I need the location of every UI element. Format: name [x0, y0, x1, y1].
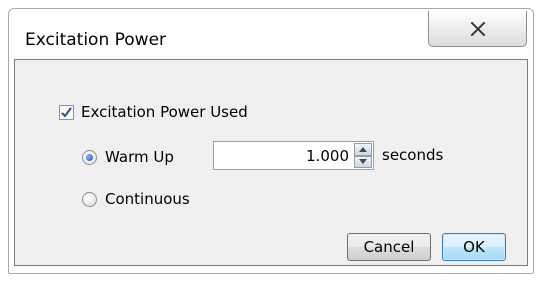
spinner-buttons — [354, 143, 372, 168]
ok-button[interactable]: OK — [442, 233, 506, 261]
radio-selected-dot-icon — [86, 153, 93, 161]
continuous-radio-row[interactable]: Continuous — [82, 190, 190, 208]
arrow-up-icon — [359, 146, 367, 152]
arrow-down-icon — [359, 159, 367, 165]
warm-up-seconds-value[interactable]: 1.000 — [306, 147, 349, 165]
checkmark-icon — [61, 106, 72, 118]
excitation-power-used-label: Excitation Power Used — [81, 103, 248, 121]
continuous-radio[interactable] — [82, 191, 97, 207]
close-x-icon — [470, 21, 485, 36]
excitation-power-dialog: Excitation Power Excitation Power Used W… — [8, 8, 534, 274]
spin-down-button[interactable] — [354, 155, 372, 168]
cancel-button[interactable]: Cancel — [347, 233, 431, 261]
warm-up-radio-row[interactable]: Warm Up — [82, 148, 174, 166]
continuous-label: Continuous — [105, 190, 190, 208]
warm-up-seconds-spinner[interactable]: 1.000 — [213, 141, 374, 170]
dialog-content: Excitation Power Used Warm Up 1.000 seco… — [14, 59, 528, 266]
excitation-power-used-row[interactable]: Excitation Power Used — [59, 103, 248, 121]
close-button[interactable] — [428, 11, 527, 47]
excitation-power-used-checkbox[interactable] — [59, 104, 74, 120]
warm-up-label: Warm Up — [105, 148, 174, 166]
spin-up-button[interactable] — [354, 143, 372, 156]
title-bar: Excitation Power — [9, 9, 533, 59]
warm-up-radio[interactable] — [82, 149, 97, 165]
seconds-unit-label: seconds — [382, 146, 444, 164]
dialog-title: Excitation Power — [25, 30, 167, 50]
